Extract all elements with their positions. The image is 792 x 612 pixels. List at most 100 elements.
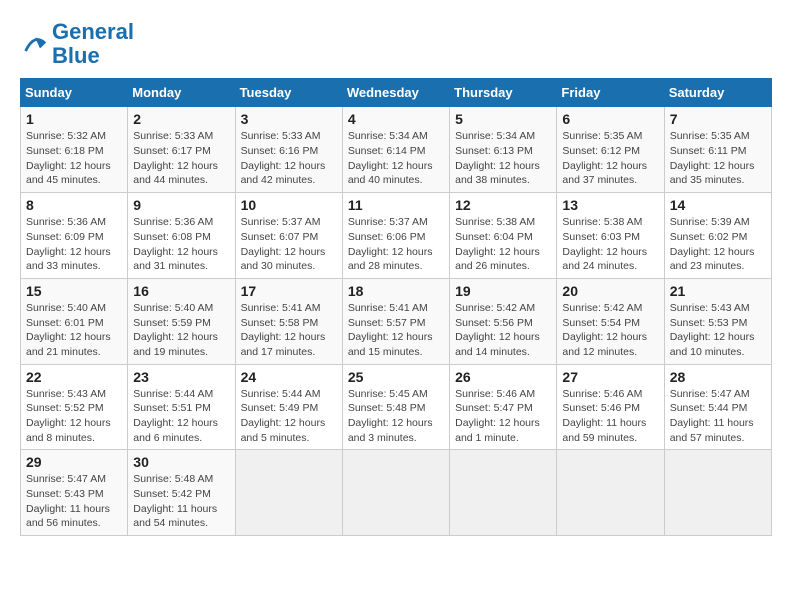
calendar-day-cell: 19Sunrise: 5:42 AM Sunset: 5:56 PM Dayli… (450, 278, 557, 364)
day-info: Sunrise: 5:44 AM Sunset: 5:49 PM Dayligh… (241, 387, 337, 446)
logo-icon (20, 30, 48, 58)
day-info: Sunrise: 5:46 AM Sunset: 5:46 PM Dayligh… (562, 387, 658, 446)
day-info: Sunrise: 5:46 AM Sunset: 5:47 PM Dayligh… (455, 387, 551, 446)
day-number: 20 (562, 283, 658, 299)
page-header: GeneralBlue (20, 20, 772, 68)
day-number: 28 (670, 369, 766, 385)
weekday-header: Wednesday (342, 79, 449, 107)
day-number: 17 (241, 283, 337, 299)
day-info: Sunrise: 5:40 AM Sunset: 6:01 PM Dayligh… (26, 301, 122, 360)
weekday-header: Thursday (450, 79, 557, 107)
day-number: 9 (133, 197, 229, 213)
day-number: 21 (670, 283, 766, 299)
calendar-day-cell: 25 Sunrise: 5:45 AM Sunset: 5:48 PM Dayli… (342, 364, 449, 450)
day-info: Sunrise: 5:34 AM Sunset: 6:13 PM Dayligh… (455, 129, 551, 188)
day-info: Sunrise: 5:41 AM Sunset: 5:58 PM Dayligh… (241, 301, 337, 360)
day-info: Sunrise: 5:33 AM Sunset: 6:16 PM Dayligh… (241, 129, 337, 188)
day-number: 6 (562, 111, 658, 127)
day-info: Sunrise: 5:37 AM Sunset: 6:07 PM Dayligh… (241, 215, 337, 274)
calendar-header-row: SundayMondayTuesdayWednesdayThursdayFrid… (21, 79, 772, 107)
day-number: 23 (133, 369, 229, 385)
day-number: 12 (455, 197, 551, 213)
calendar-day-cell: 16 Sunrise: 5:40 AM Sunset: 5:59 PM Dayli… (128, 278, 235, 364)
day-info: Sunrise: 5:35 AM Sunset: 6:12 PM Dayligh… (562, 129, 658, 188)
calendar-day-cell: 30 Sunrise: 5:48 AM Sunset: 5:42 PM Dayli… (128, 450, 235, 536)
calendar-week-row: 1 Sunrise: 5:32 AM Sunset: 6:18 PM Daylig… (21, 107, 772, 193)
weekday-header: Saturday (664, 79, 771, 107)
day-info: Sunrise: 5:43 AM Sunset: 5:53 PM Dayligh… (670, 301, 766, 360)
day-number: 15 (26, 283, 122, 299)
day-info: Sunrise: 5:48 AM Sunset: 5:42 PM Dayligh… (133, 472, 229, 531)
day-number: 30 (133, 454, 229, 470)
calendar-day-cell: 26Sunrise: 5:46 AM Sunset: 5:47 PM Dayli… (450, 364, 557, 450)
day-info: Sunrise: 5:47 AM Sunset: 5:43 PM Dayligh… (26, 472, 122, 531)
logo: GeneralBlue (20, 20, 134, 68)
calendar-day-cell: 14 Sunrise: 5:39 AM Sunset: 6:02 PM Dayli… (664, 193, 771, 279)
calendar-day-cell: 13 Sunrise: 5:38 AM Sunset: 6:03 PM Dayli… (557, 193, 664, 279)
day-info: Sunrise: 5:36 AM Sunset: 6:09 PM Dayligh… (26, 215, 122, 274)
calendar-week-row: 8 Sunrise: 5:36 AM Sunset: 6:09 PM Daylig… (21, 193, 772, 279)
calendar-day-cell (450, 450, 557, 536)
day-number: 11 (348, 197, 444, 213)
day-number: 18 (348, 283, 444, 299)
calendar-day-cell (664, 450, 771, 536)
calendar-day-cell: 5Sunrise: 5:34 AM Sunset: 6:13 PM Daylig… (450, 107, 557, 193)
calendar-week-row: 15 Sunrise: 5:40 AM Sunset: 6:01 PM Dayli… (21, 278, 772, 364)
calendar-table: SundayMondayTuesdayWednesdayThursdayFrid… (20, 78, 772, 536)
weekday-header: Monday (128, 79, 235, 107)
calendar-day-cell: 20 Sunrise: 5:42 AM Sunset: 5:54 PM Dayli… (557, 278, 664, 364)
calendar-day-cell: 29 Sunrise: 5:47 AM Sunset: 5:43 PM Dayli… (21, 450, 128, 536)
day-info: Sunrise: 5:39 AM Sunset: 6:02 PM Dayligh… (670, 215, 766, 274)
calendar-day-cell: 28 Sunrise: 5:47 AM Sunset: 5:44 PM Dayli… (664, 364, 771, 450)
day-info: Sunrise: 5:38 AM Sunset: 6:03 PM Dayligh… (562, 215, 658, 274)
calendar-day-cell: 21 Sunrise: 5:43 AM Sunset: 5:53 PM Dayli… (664, 278, 771, 364)
day-number: 13 (562, 197, 658, 213)
day-info: Sunrise: 5:32 AM Sunset: 6:18 PM Dayligh… (26, 129, 122, 188)
calendar-day-cell: 27 Sunrise: 5:46 AM Sunset: 5:46 PM Dayli… (557, 364, 664, 450)
day-info: Sunrise: 5:45 AM Sunset: 5:48 PM Dayligh… (348, 387, 444, 446)
calendar-day-cell: 18 Sunrise: 5:41 AM Sunset: 5:57 PM Dayli… (342, 278, 449, 364)
calendar-week-row: 22Sunrise: 5:43 AM Sunset: 5:52 PM Dayli… (21, 364, 772, 450)
calendar-day-cell: 9Sunrise: 5:36 AM Sunset: 6:08 PM Daylig… (128, 193, 235, 279)
day-number: 8 (26, 197, 122, 213)
calendar-day-cell (342, 450, 449, 536)
calendar-day-cell: 17 Sunrise: 5:41 AM Sunset: 5:58 PM Dayli… (235, 278, 342, 364)
day-info: Sunrise: 5:38 AM Sunset: 6:04 PM Dayligh… (455, 215, 551, 274)
day-number: 3 (241, 111, 337, 127)
day-number: 7 (670, 111, 766, 127)
calendar-day-cell: 8 Sunrise: 5:36 AM Sunset: 6:09 PM Daylig… (21, 193, 128, 279)
day-info: Sunrise: 5:34 AM Sunset: 6:14 PM Dayligh… (348, 129, 444, 188)
day-info: Sunrise: 5:47 AM Sunset: 5:44 PM Dayligh… (670, 387, 766, 446)
calendar-day-cell: 3 Sunrise: 5:33 AM Sunset: 6:16 PM Daylig… (235, 107, 342, 193)
day-info: Sunrise: 5:40 AM Sunset: 5:59 PM Dayligh… (133, 301, 229, 360)
day-number: 19 (455, 283, 551, 299)
day-number: 10 (241, 197, 337, 213)
day-info: Sunrise: 5:41 AM Sunset: 5:57 PM Dayligh… (348, 301, 444, 360)
calendar-week-row: 29 Sunrise: 5:47 AM Sunset: 5:43 PM Dayli… (21, 450, 772, 536)
calendar-day-cell: 22Sunrise: 5:43 AM Sunset: 5:52 PM Dayli… (21, 364, 128, 450)
calendar-day-cell: 23 Sunrise: 5:44 AM Sunset: 5:51 PM Dayli… (128, 364, 235, 450)
calendar-day-cell: 11Sunrise: 5:37 AM Sunset: 6:06 PM Dayli… (342, 193, 449, 279)
day-number: 2 (133, 111, 229, 127)
day-info: Sunrise: 5:44 AM Sunset: 5:51 PM Dayligh… (133, 387, 229, 446)
day-number: 14 (670, 197, 766, 213)
weekday-header: Tuesday (235, 79, 342, 107)
calendar-day-cell: 12 Sunrise: 5:38 AM Sunset: 6:04 PM Dayli… (450, 193, 557, 279)
weekday-header: Friday (557, 79, 664, 107)
calendar-day-cell: 15 Sunrise: 5:40 AM Sunset: 6:01 PM Dayli… (21, 278, 128, 364)
day-number: 29 (26, 454, 122, 470)
day-number: 4 (348, 111, 444, 127)
calendar-day-cell (557, 450, 664, 536)
day-info: Sunrise: 5:42 AM Sunset: 5:54 PM Dayligh… (562, 301, 658, 360)
day-number: 1 (26, 111, 122, 127)
weekday-header: Sunday (21, 79, 128, 107)
calendar-day-cell: 6 Sunrise: 5:35 AM Sunset: 6:12 PM Daylig… (557, 107, 664, 193)
calendar-day-cell (235, 450, 342, 536)
day-info: Sunrise: 5:43 AM Sunset: 5:52 PM Dayligh… (26, 387, 122, 446)
logo-text: GeneralBlue (52, 20, 134, 68)
day-number: 24 (241, 369, 337, 385)
day-number: 16 (133, 283, 229, 299)
day-number: 25 (348, 369, 444, 385)
calendar-day-cell: 2Sunrise: 5:33 AM Sunset: 6:17 PM Daylig… (128, 107, 235, 193)
day-number: 27 (562, 369, 658, 385)
